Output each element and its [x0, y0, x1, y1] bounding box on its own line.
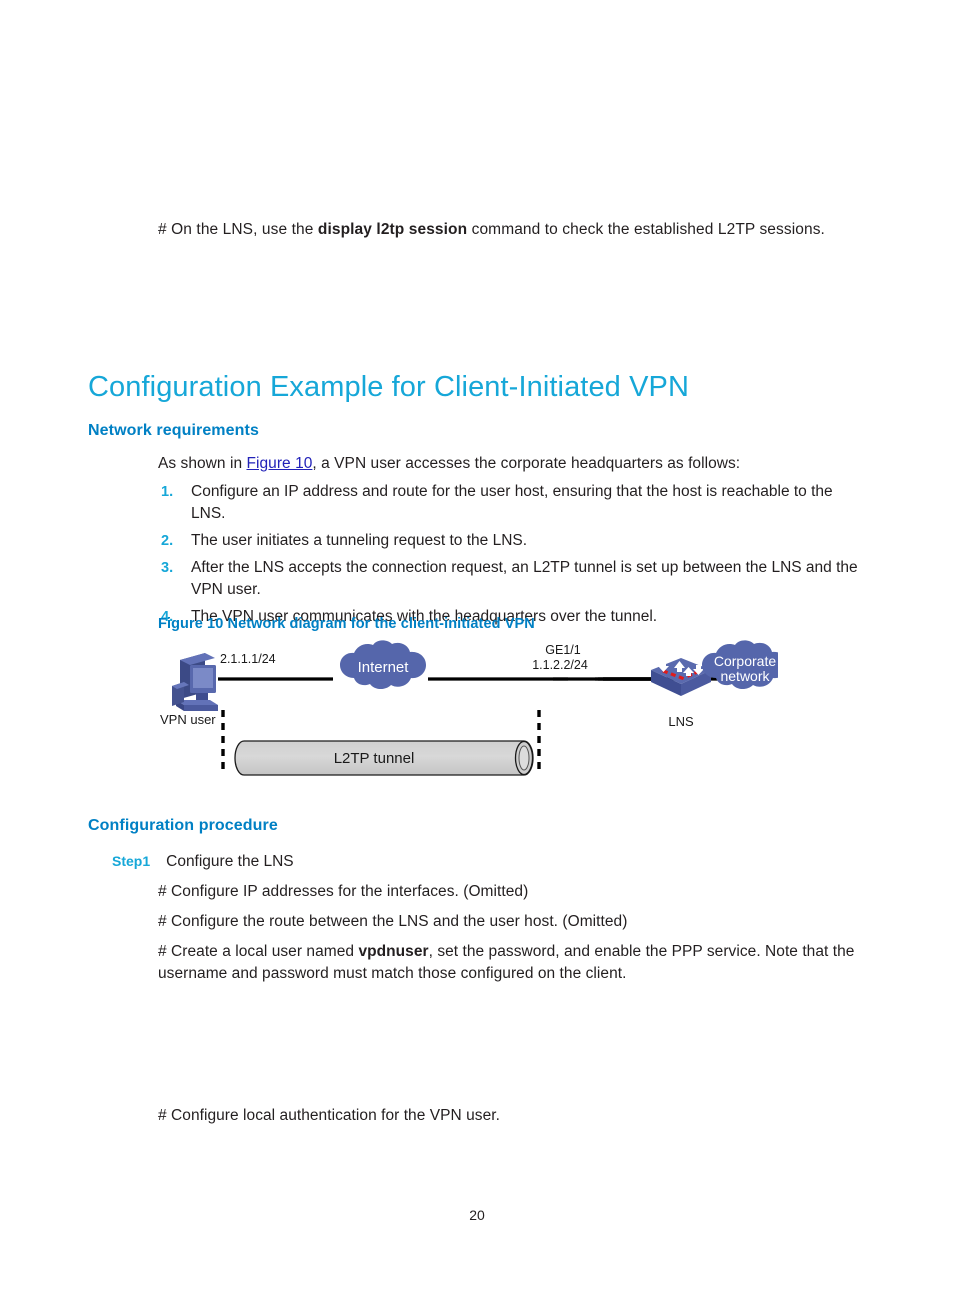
intro-text-before: # On the LNS, use the	[158, 221, 318, 238]
requirements-lead: As shown in Figure 10, a VPN user access…	[158, 453, 878, 475]
lead-text-after: , a VPN user accesses the corporate head…	[312, 455, 741, 472]
section-heading-configuration-procedure: Configuration procedure	[88, 817, 278, 834]
lns-label: LNS	[668, 714, 694, 729]
list-item-number: 2.	[161, 533, 174, 549]
command-3-username: vpdnuser	[358, 943, 429, 960]
step-row: Step1 Configure the LNS	[112, 850, 294, 873]
interface-label: GE1/1	[545, 643, 580, 657]
l2tp-tunnel-shape: L2TP tunnel	[234, 740, 534, 776]
section-heading-network-requirements: Network requirements	[88, 422, 259, 439]
page-title: Configuration Example for Client-Initiat…	[88, 371, 689, 403]
list-item-text: After the LNS accepts the connection req…	[191, 559, 858, 598]
step-label: Step1	[112, 853, 151, 869]
vpn-user-label: VPN user	[160, 712, 216, 727]
list-item-number: 3.	[161, 560, 174, 576]
list-item-text: The user initiates a tunneling request t…	[191, 532, 528, 549]
command-line-2: # Configure the route between the LNS an…	[158, 913, 628, 930]
list-item: 1. Configure an IP address and route for…	[158, 481, 870, 525]
step-text: Configure the LNS	[166, 853, 294, 870]
router-icon	[651, 658, 711, 696]
list-item-number: 1.	[161, 484, 174, 500]
interface-ip-label: 1.1.2.2/24	[532, 658, 588, 672]
intro-text-after: command to check the established L2TP se…	[467, 221, 825, 238]
internet-cloud-icon: Internet	[340, 640, 426, 690]
network-diagram: 2.1.1.1/24 VPN user Internet GE1/1 1.1.2…	[158, 640, 778, 780]
list-item: 2. The user initiates a tunneling reques…	[158, 530, 870, 552]
l2tp-tunnel-label: L2TP tunnel	[334, 750, 415, 767]
figure-caption: Figure 10 Network diagram for the client…	[158, 616, 535, 632]
requirements-list: 1. Configure an IP address and route for…	[158, 481, 870, 633]
command-line-1: # Configure IP addresses for the interfa…	[158, 883, 529, 900]
corporate-network-label-line2: network	[720, 668, 770, 684]
figure-10-link[interactable]: Figure 10	[246, 455, 312, 472]
intro-paragraph: # On the LNS, use the display l2tp sessi…	[158, 219, 858, 241]
corporate-network-cloud-icon: Corporate network	[702, 640, 778, 689]
command-line-4: # Configure local authentication for the…	[158, 1107, 500, 1124]
command-line-3: # Create a local user named vpdnuser, se…	[158, 941, 870, 985]
document-page: # On the LNS, use the display l2tp sessi…	[0, 0, 954, 1294]
command-3-before: # Create a local user named	[158, 943, 359, 960]
corporate-network-label-line1: Corporate	[714, 653, 776, 669]
intro-command: display l2tp session	[317, 221, 468, 238]
workstation-icon	[172, 653, 218, 711]
internet-label: Internet	[358, 659, 410, 676]
host-ip-label: 2.1.1.1/24	[220, 652, 276, 666]
lead-text-before: As shown in	[158, 455, 247, 472]
list-item: 3. After the LNS accepts the connection …	[158, 557, 870, 601]
page-number: 20	[469, 1207, 485, 1223]
list-item-text: Configure an IP address and route for th…	[191, 483, 833, 522]
